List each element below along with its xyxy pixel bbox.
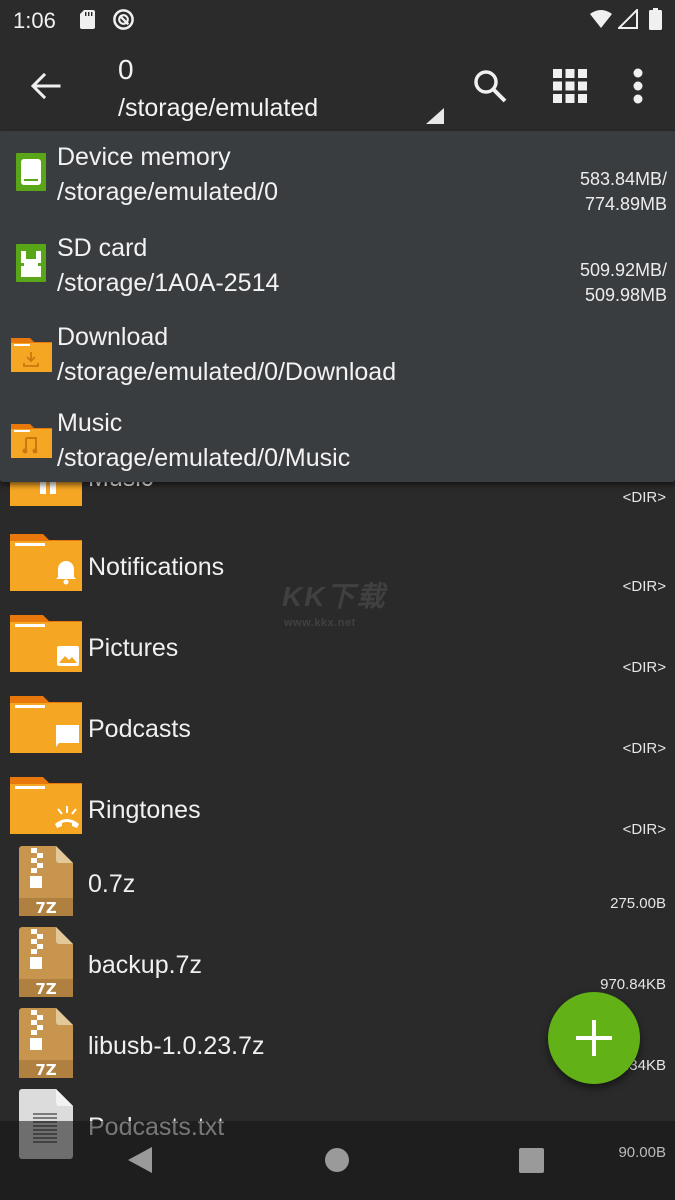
file-row[interactable]: Ringtones <DIR> (0, 772, 675, 853)
dropdown-item-title: Music (57, 409, 123, 437)
dropdown-item-path: /storage/emulated/0/Music (57, 444, 351, 472)
size-used: 509.92MB/ (579, 260, 667, 280)
file-row[interactable]: Podcasts <DIR> (0, 691, 675, 772)
device-memory-icon (16, 153, 46, 191)
sd-card-icon (80, 10, 95, 29)
file-name: Ringtones (88, 796, 201, 824)
7z-archive-icon: 7Z (19, 846, 73, 916)
dropdown-item-size: 509.92MB/ 509.98MB (580, 258, 667, 308)
dropdown-item-path: /storage/1A0A-2514 (57, 269, 280, 297)
file-size: 970.84KB (600, 976, 666, 993)
dropdown-item-path: /storage/emulated/0/Download (57, 358, 397, 386)
size-total: 774.89MB (584, 194, 667, 214)
plus-icon (576, 1020, 612, 1056)
back-arrow-icon (31, 73, 61, 99)
more-vert-icon (633, 68, 643, 104)
size-total: 509.98MB (584, 285, 667, 305)
file-name: libusb-1.0.23.7z (88, 1032, 265, 1060)
file-size: 90.00B (618, 1144, 666, 1161)
status-time: 1:06 (13, 8, 56, 33)
search-icon (474, 70, 507, 103)
dropdown-item-music[interactable]: Music /storage/emulated/0/Music (0, 399, 675, 482)
notifications-folder-icon (10, 534, 82, 591)
do-not-disturb-icon (113, 9, 134, 30)
navigation-bar: 90.00B (0, 1121, 675, 1200)
dropdown-item-sd-card[interactable]: SD card /storage/1A0A-2514 509.92MB/ 509… (0, 222, 675, 313)
nav-home-icon[interactable] (325, 1148, 349, 1172)
dropdown-item-download[interactable]: Download /storage/emulated/0/Download (0, 313, 675, 399)
dropdown-item-size: 583.84MB/ 774.89MB (580, 167, 667, 217)
file-name: backup.7z (88, 951, 202, 979)
back-button[interactable] (22, 64, 70, 108)
music-folder-icon (11, 424, 52, 458)
nav-back-icon[interactable] (128, 1147, 152, 1173)
file-size: <DIR> (622, 489, 666, 506)
svg-text:7Z: 7Z (35, 899, 56, 916)
more-options-button[interactable] (614, 62, 662, 110)
file-row[interactable]: Notifications <DIR> (0, 529, 675, 610)
svg-text:7Z: 7Z (35, 1061, 56, 1078)
sd-card-icon (16, 244, 46, 282)
file-size: <DIR> (622, 821, 666, 838)
file-name: 0.7z (88, 870, 136, 898)
file-size: 275.00B (610, 895, 666, 912)
grid-view-icon (553, 69, 587, 103)
status-bar: 1:06 (0, 0, 675, 40)
7z-archive-icon: 7Z (19, 927, 73, 997)
dropdown-item-path: /storage/emulated/0 (57, 178, 278, 206)
search-button[interactable] (466, 62, 514, 110)
file-size: <DIR> (622, 659, 666, 676)
file-name: Podcasts (88, 715, 191, 743)
dropdown-item-title: SD card (57, 234, 148, 262)
add-button[interactable] (548, 992, 640, 1084)
folder-path[interactable]: /storage/emulated (118, 94, 318, 123)
download-folder-icon (11, 338, 52, 372)
toolbar: 0 /storage/emulated (0, 40, 675, 132)
storage-dropdown: Device memory /storage/emulated/0 583.84… (0, 131, 675, 482)
size-used: 583.84MB/ (579, 169, 667, 189)
file-size: <DIR> (622, 740, 666, 757)
grid-view-button[interactable] (546, 62, 594, 110)
file-row[interactable]: Pictures <DIR> (0, 610, 675, 691)
file-size: <DIR> (622, 578, 666, 595)
battery-icon (649, 8, 662, 30)
file-name: Notifications (88, 553, 225, 581)
cell-signal-icon (618, 9, 638, 29)
7z-archive-icon: 7Z (19, 1008, 73, 1078)
file-row[interactable]: 7Z 0.7z 275.00B (0, 846, 675, 927)
nav-recents-icon[interactable] (519, 1148, 544, 1173)
wifi-icon (590, 10, 612, 28)
podcasts-folder-icon (10, 696, 82, 753)
pictures-folder-icon (10, 615, 82, 672)
dropdown-item-device-memory[interactable]: Device memory /storage/emulated/0 583.84… (0, 131, 675, 222)
file-name: Pictures (88, 634, 179, 662)
ringtones-folder-icon (10, 777, 82, 834)
folder-title: 0 (118, 54, 134, 85)
svg-text:7Z: 7Z (35, 980, 56, 997)
dropdown-item-title: Device memory (57, 143, 231, 171)
path-dropdown-indicator-icon[interactable] (426, 108, 444, 124)
dropdown-item-title: Download (57, 323, 169, 351)
